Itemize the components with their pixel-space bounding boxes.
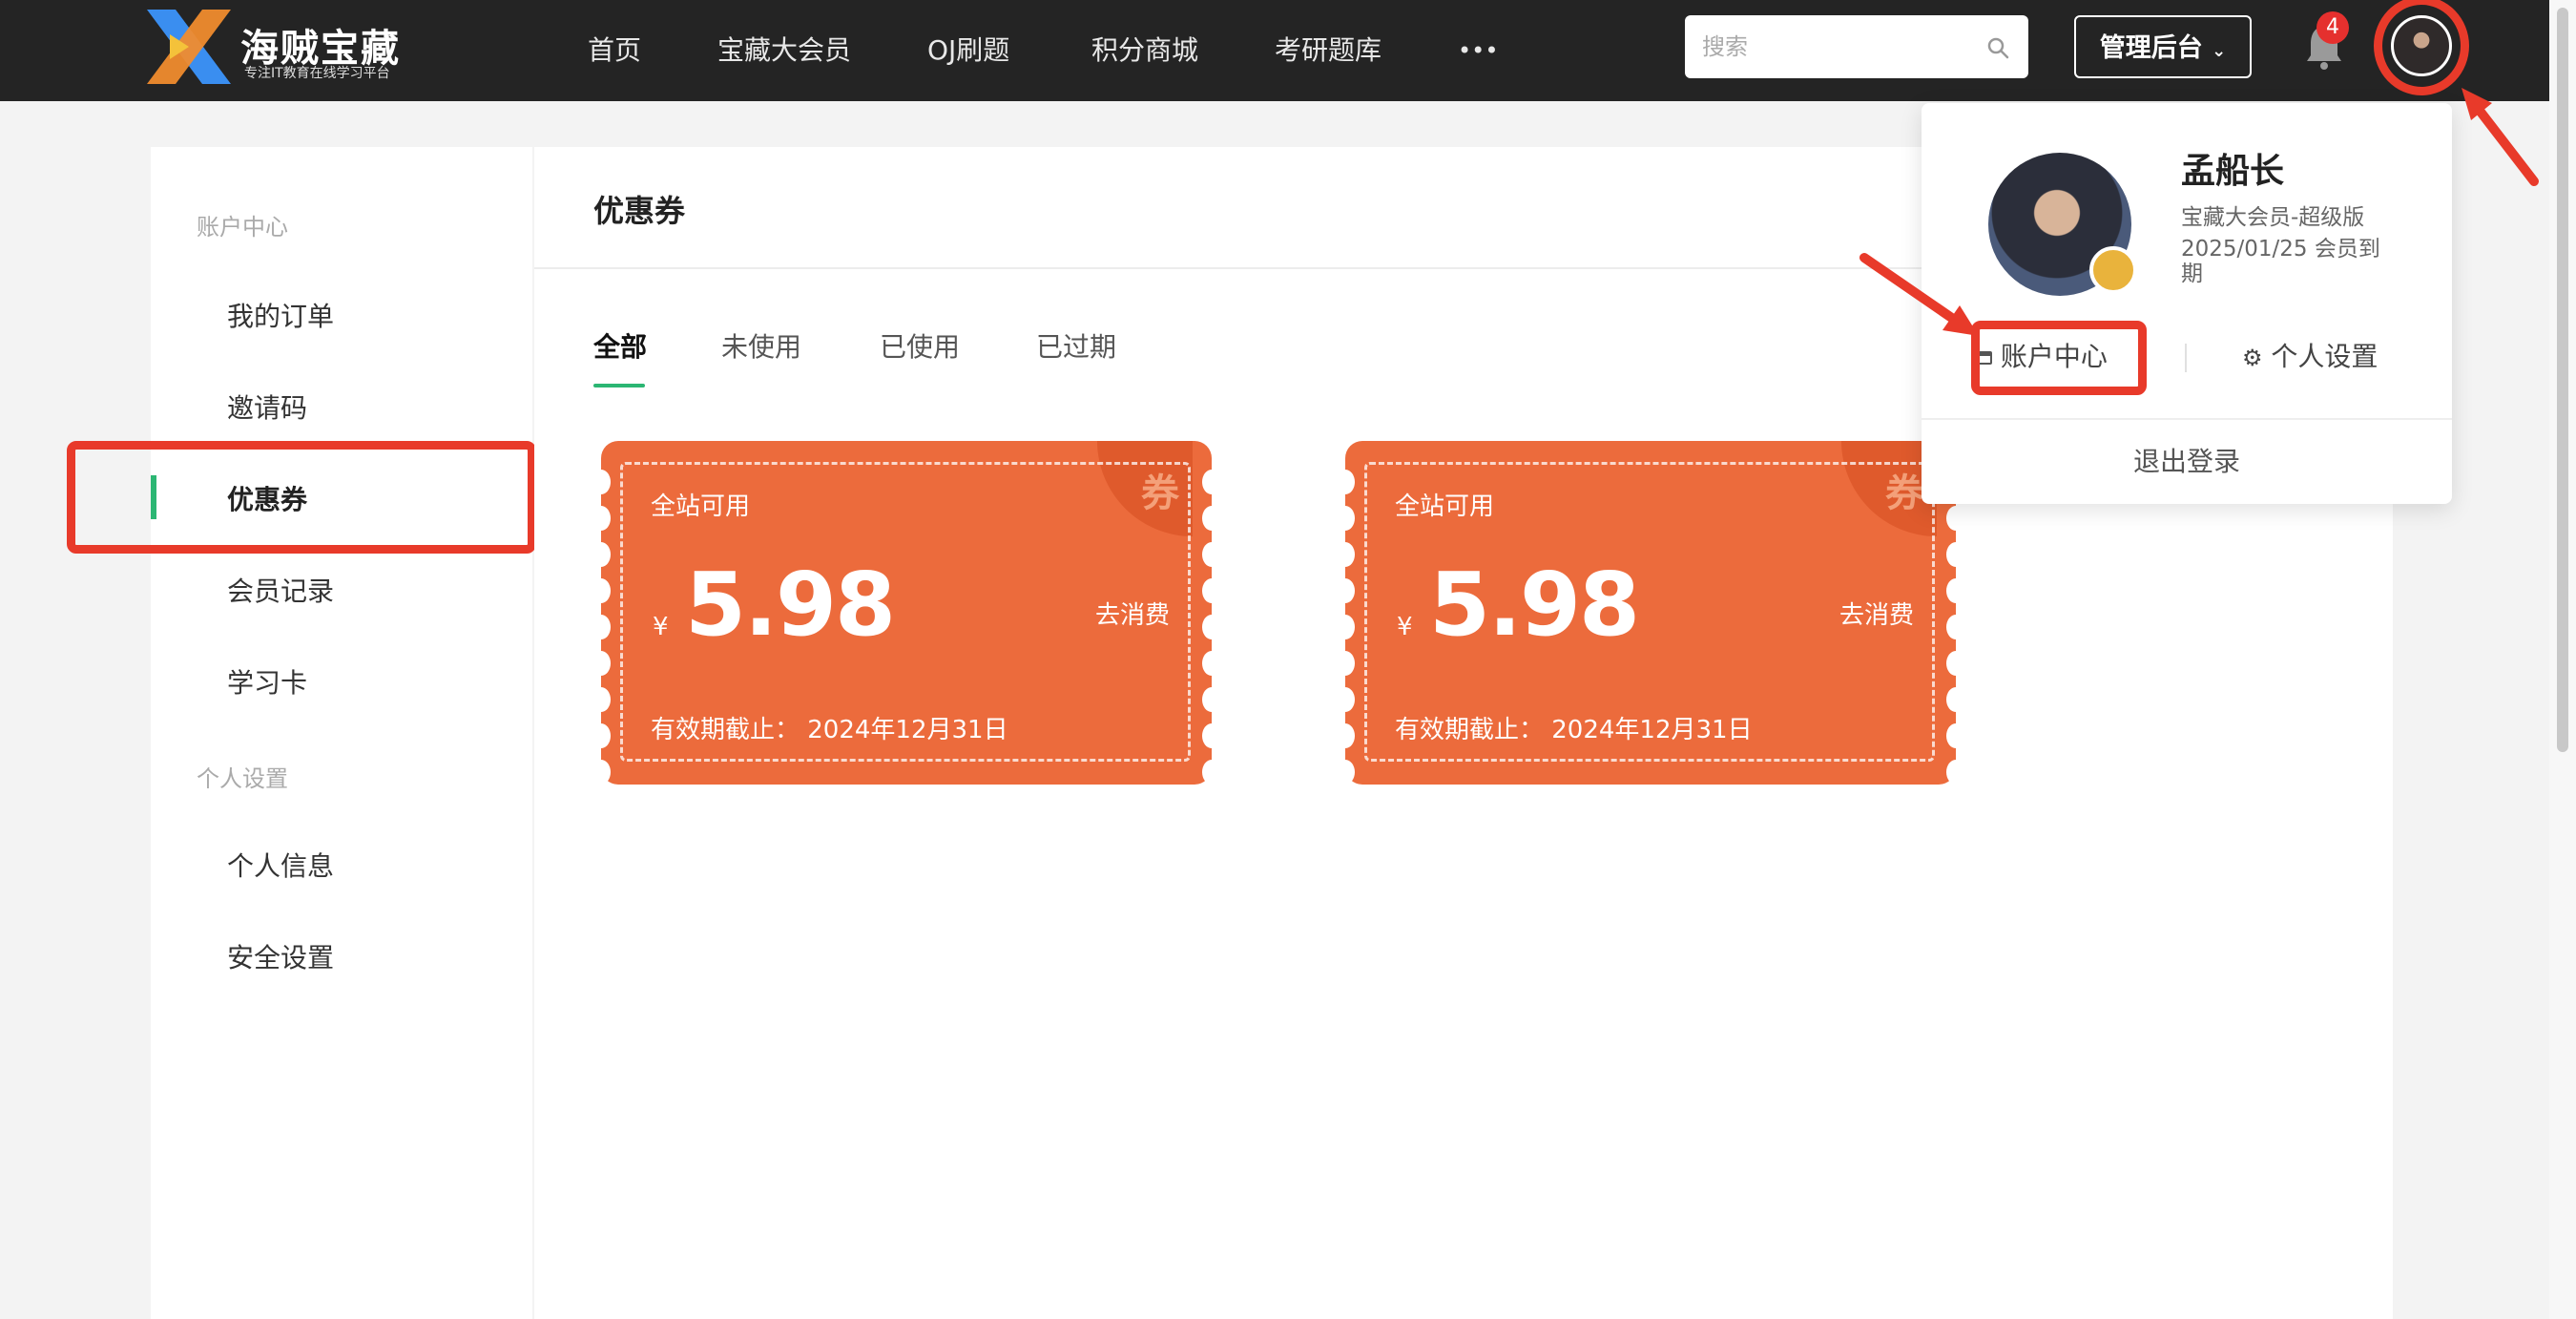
coupon-notch: [592, 651, 611, 676]
user-name: 孟船长: [2181, 152, 2285, 191]
coupon-notch: [592, 578, 611, 603]
coupon-expiry: 有效期截止： 2024年12月31日: [1395, 716, 1753, 744]
menu-divider: [1922, 418, 2452, 420]
coupon-notch: [1946, 542, 1965, 567]
sidebar-item-profile[interactable]: 个人信息: [227, 846, 334, 884]
user-menu-dropdown: 孟船长 宝藏大会员-超级版 2025/01/25 会员到期 账户中心 ⚙ 个人设…: [1922, 103, 2452, 504]
coupon-notch: [592, 506, 611, 531]
coupon-notch: [1336, 615, 1355, 639]
coupon-scope: 全站可用: [651, 492, 751, 521]
tab-expired[interactable]: 已过期: [1036, 326, 1116, 365]
coupon-notch: [1946, 687, 1965, 712]
chevron-down-icon: ⌄: [2212, 41, 2227, 61]
tab-unused[interactable]: 未使用: [721, 326, 801, 365]
coupon-notch: [592, 687, 611, 712]
annotation-box-account-center: [1971, 321, 2147, 395]
gear-icon: ⚙: [2242, 345, 2263, 371]
coupon-expiry: 有效期截止： 2024年12月31日: [651, 716, 1008, 744]
coupon-notch: [592, 723, 611, 748]
coupon-notch: [1336, 723, 1355, 748]
notification-badge: 4: [2316, 11, 2349, 44]
coupon-notch: [1336, 578, 1355, 603]
coupon-notch: [1946, 506, 1965, 531]
sidebar-item-study-card[interactable]: 学习卡: [227, 662, 307, 701]
coupon-notch: [592, 470, 611, 494]
sidebar-section-account: 账户中心: [197, 214, 288, 241]
nav-home[interactable]: 首页: [588, 0, 641, 101]
user-vip-expire: 2025/01/25 会员到期: [2181, 237, 2380, 286]
coupon-notch: [1202, 760, 1221, 785]
coupon-notch: [1202, 687, 1221, 712]
coupon-notch: [1202, 723, 1221, 748]
scrollbar-thumb[interactable]: [2557, 8, 2568, 752]
annotation-box-coupons: [67, 441, 536, 554]
coupon-notch: [1202, 470, 1221, 494]
nav-more-button[interactable]: •••: [1458, 0, 1498, 101]
nav-exam-bank[interactable]: 考研题库: [1275, 0, 1381, 101]
logout-button[interactable]: 退出登录: [1922, 441, 2452, 479]
search-placeholder: 搜索: [1702, 33, 1748, 60]
coupon-currency: ¥: [653, 613, 669, 641]
coupon-amount: 5.98: [1429, 554, 1640, 656]
coupon-notch: [1336, 760, 1355, 785]
sidebar-item-orders[interactable]: 我的订单: [227, 296, 334, 334]
coupon-notch: [1946, 578, 1965, 603]
personal-settings-link[interactable]: ⚙ 个人设置: [2242, 336, 2378, 374]
coupon-card[interactable]: 券 全站可用 ¥ 5.98 去消费 有效期截止： 2024年12月31日: [601, 441, 1212, 785]
menu-vertical-divider: [2185, 344, 2187, 372]
coupon-amount: 5.98: [685, 554, 896, 656]
user-vip-level: 宝藏大会员-超级版: [2181, 205, 2365, 230]
coupon-notch: [592, 615, 611, 639]
brand-logo[interactable]: 海贼宝藏 专注IT教育在线学习平台: [141, 6, 427, 88]
coupon-scope: 全站可用: [1395, 492, 1495, 521]
coupon-notch: [1336, 687, 1355, 712]
coupon-notch: [1202, 542, 1221, 567]
page-title: 优惠券: [593, 193, 686, 229]
personal-settings-label: 个人设置: [2271, 341, 2379, 372]
tab-all[interactable]: 全部: [593, 326, 647, 365]
admin-dropdown-button[interactable]: 管理后台 ⌄: [2074, 15, 2252, 78]
coupon-use-link[interactable]: 去消费: [1095, 596, 1170, 631]
coupon-notch: [1202, 651, 1221, 676]
coupon-notch: [1336, 542, 1355, 567]
coupon-notch: [1946, 615, 1965, 639]
coupon-card[interactable]: 券 全站可用 ¥ 5.98 去消费 有效期截止： 2024年12月31日: [1345, 441, 1956, 785]
nav-vip[interactable]: 宝藏大会员: [717, 0, 851, 101]
brand-subtitle: 专注IT教育在线学习平台: [244, 66, 390, 81]
account-sidebar: 账户中心 我的订单 邀请码 优惠券 会员记录 学习卡 个人设置 个人信息 安全设…: [151, 147, 532, 1319]
coupon-notch: [592, 760, 611, 785]
sidebar-item-member-records[interactable]: 会员记录: [227, 571, 334, 609]
tab-active-underline: [593, 384, 645, 387]
sidebar-item-invite-code[interactable]: 邀请码: [227, 387, 307, 426]
coupon-notch: [592, 542, 611, 567]
search-input[interactable]: 搜索: [1685, 15, 2028, 78]
sidebar-section-personal: 个人设置: [197, 765, 288, 792]
search-icon[interactable]: [1986, 36, 2009, 59]
tab-used[interactable]: 已使用: [880, 326, 960, 365]
coupon-notch: [1202, 615, 1221, 639]
coupon-notch: [1336, 506, 1355, 531]
coupon-use-link[interactable]: 去消费: [1839, 596, 1914, 631]
coupon-notch: [1946, 651, 1965, 676]
admin-label: 管理后台: [2099, 33, 2203, 63]
logo-x-icon: [147, 10, 231, 84]
coupon-notch: [1202, 506, 1221, 531]
vip-medal-icon: [2089, 246, 2137, 294]
nav-oj[interactable]: OJ刷题: [927, 0, 1009, 101]
coupon-notch: [1946, 723, 1965, 748]
coupon-notch: [1202, 578, 1221, 603]
coupon-notch: [1336, 470, 1355, 494]
nav-points-mall[interactable]: 积分商城: [1091, 0, 1198, 101]
coupon-notch: [1946, 760, 1965, 785]
annotation-arrow-avatar: [2462, 88, 2539, 186]
annotation-circle: [2374, 0, 2469, 95]
coupon-currency: ¥: [1397, 613, 1413, 641]
coupon-notch: [1336, 651, 1355, 676]
sidebar-item-security[interactable]: 安全设置: [227, 937, 334, 975]
top-navbar: 海贼宝藏 专注IT教育在线学习平台 首页 宝藏大会员 OJ刷题 积分商城 考研题…: [0, 0, 2549, 101]
